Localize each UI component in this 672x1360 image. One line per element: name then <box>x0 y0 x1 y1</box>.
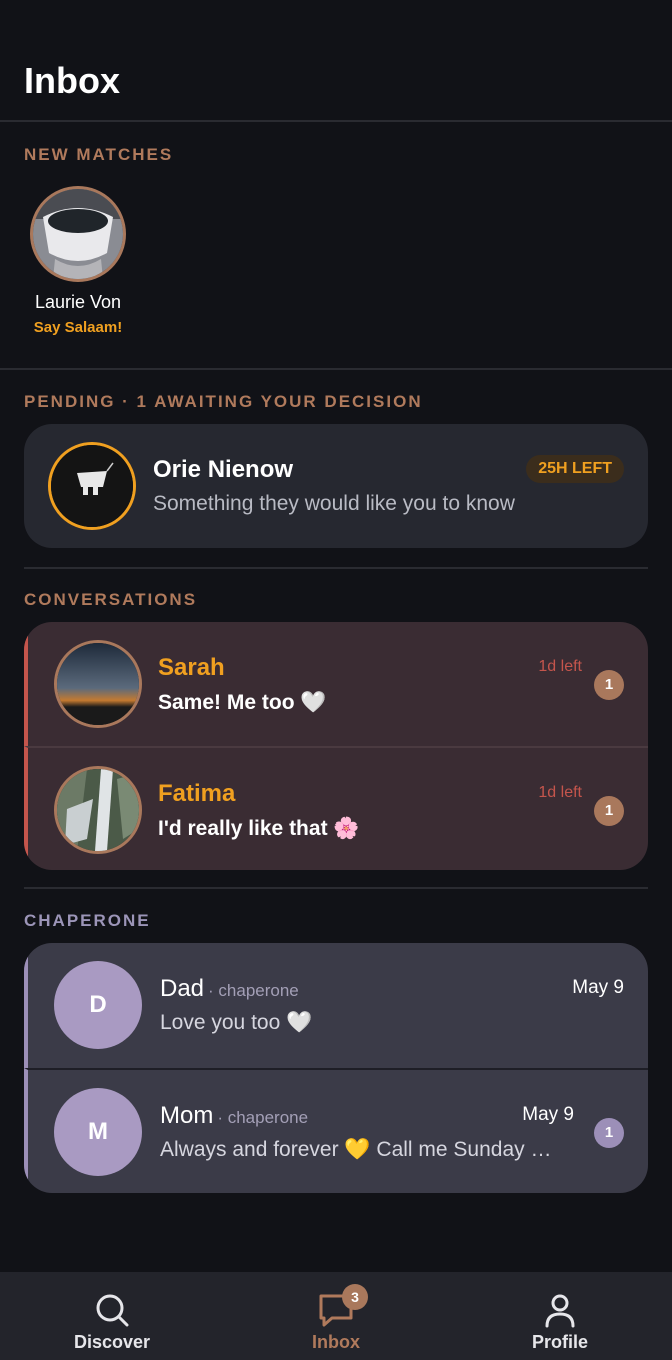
pending-request-card[interactable]: Orie Nienow Something they would like yo… <box>24 424 648 548</box>
page-title: Inbox <box>24 60 120 101</box>
conversation-preview: I'd really like that 🌸 <box>158 816 360 840</box>
new-matches-label: NEW MATCHES <box>24 145 174 164</box>
avatar <box>30 186 126 282</box>
chaperone-label: CHAPERONE <box>24 911 151 930</box>
conversation-name: Sarah <box>158 654 225 681</box>
avatar: M <box>54 1088 142 1176</box>
chaperone-row-dad[interactable]: D Dad · chaperone Love you too 🤍 May 9 <box>24 943 648 1068</box>
nav-profile[interactable]: Profile <box>448 1272 672 1360</box>
notification-badge: 3 <box>342 1284 368 1310</box>
chaperone-name: Mom · chaperone <box>160 1102 309 1129</box>
conversations-list: Sarah Same! Me too 🤍 1d left 1 Fatima I'… <box>24 622 648 870</box>
nav-label: Discover <box>73 1332 151 1352</box>
chaperone-list: D Dad · chaperone Love you too 🤍 May 9 M … <box>24 943 648 1193</box>
divider <box>0 368 672 370</box>
divider <box>24 567 648 569</box>
user-icon <box>545 1294 575 1328</box>
match-name: Laurie Von <box>34 292 122 312</box>
search-icon <box>96 1294 129 1327</box>
silhouette-photo-icon <box>51 445 133 527</box>
avatar <box>48 442 136 530</box>
bottom-nav: Discover 3 Inbox Profile <box>0 1272 672 1360</box>
pending-message: Something they would like you to know <box>153 492 515 515</box>
nav-label: Profile <box>531 1332 588 1352</box>
unread-badge: 1 <box>594 796 624 826</box>
conversation-preview: Same! Me too 🤍 <box>158 690 327 714</box>
nav-discover[interactable]: Discover <box>0 1272 224 1360</box>
conversation-row-sarah[interactable]: Sarah Same! Me too 🤍 1d left 1 <box>24 622 648 746</box>
chaperone-preview: Love you too 🤍 <box>160 1011 313 1034</box>
waterfall-photo-icon <box>57 769 139 851</box>
pending-label: PENDING · 1 AWAITING YOUR DECISION <box>24 392 423 411</box>
chaperone-row-mom[interactable]: M Mom · chaperone Always and forever 💛 Ca… <box>24 1068 648 1193</box>
avatar <box>54 640 142 728</box>
conversations-label: CONVERSATIONS <box>24 590 198 609</box>
coffee-photo-icon <box>33 189 123 279</box>
message-date: May 9 <box>522 1104 574 1125</box>
divider <box>24 887 648 889</box>
match-cta: Say Salaam! <box>33 319 123 336</box>
message-date: May 9 <box>572 977 624 998</box>
time-left: 1d left <box>538 784 582 801</box>
pending-name: Orie Nienow <box>153 456 294 483</box>
avatar <box>54 766 142 854</box>
time-left: 1d left <box>538 658 582 675</box>
nav-inbox[interactable]: 3 Inbox <box>224 1272 448 1360</box>
chaperone-name: Dad · chaperone <box>160 975 299 1002</box>
avatar: D <box>54 961 142 1049</box>
header: Inbox <box>0 0 672 122</box>
unread-badge: 1 <box>594 670 624 700</box>
sunset-photo-icon <box>57 643 139 725</box>
new-match-item[interactable]: Laurie Von Say Salaam! <box>24 186 132 336</box>
conversation-name: Fatima <box>158 780 236 807</box>
chaperone-preview: Always and forever 💛 Call me Sunday … <box>160 1138 552 1161</box>
conversation-row-fatima[interactable]: Fatima I'd really like that 🌸 1d left 1 <box>24 746 648 870</box>
nav-label: Inbox <box>312 1332 360 1352</box>
unread-badge: 1 <box>594 1118 624 1148</box>
time-left-badge: 25H LEFT <box>526 455 624 483</box>
